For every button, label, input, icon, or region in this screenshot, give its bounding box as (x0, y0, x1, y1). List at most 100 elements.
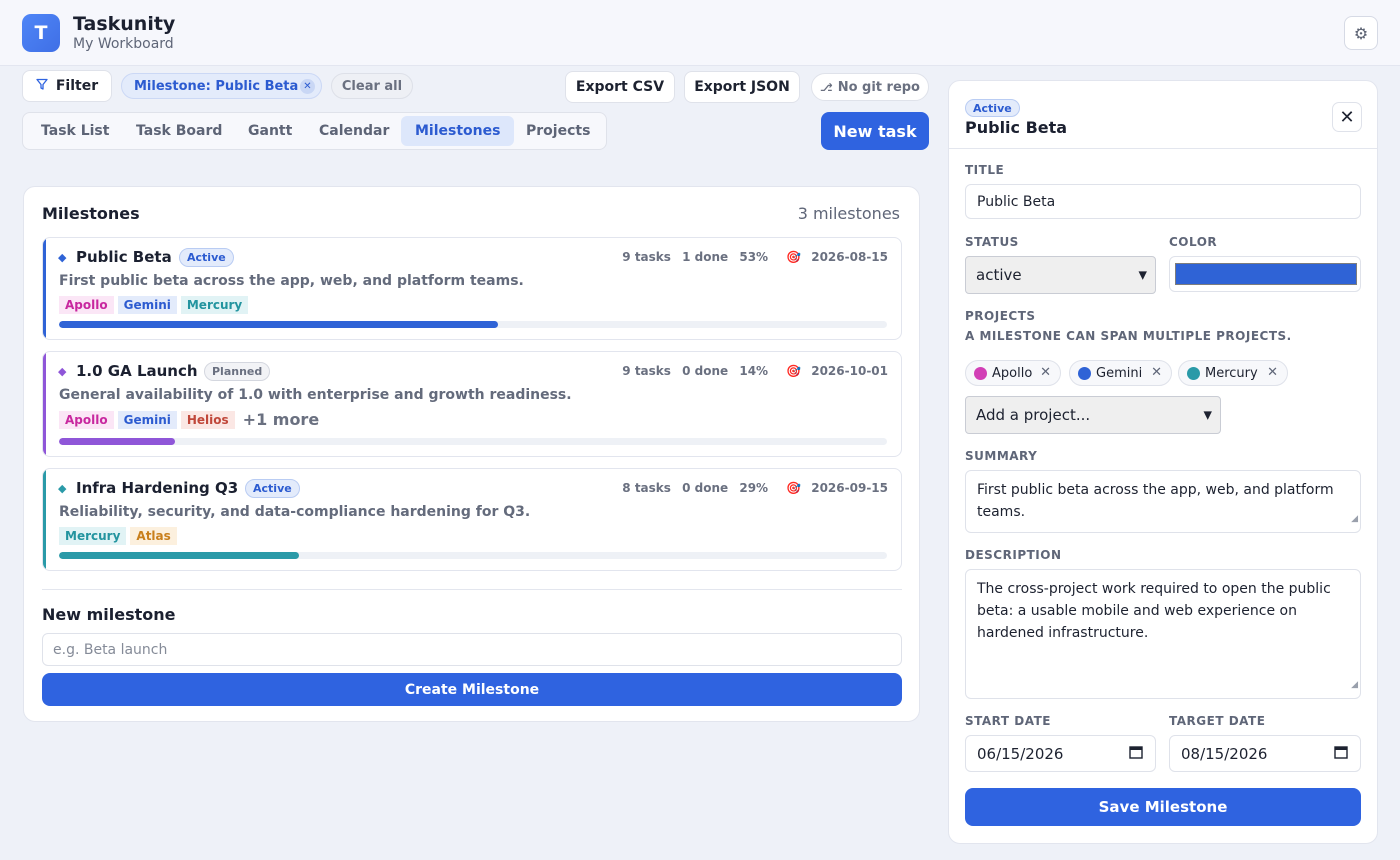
project-tag: Gemini (117, 410, 177, 429)
milestone-meta: 9 tasks 1 done 53% 🎯 2026-08-15 (615, 250, 888, 264)
panel-header: Active Public Beta ✕ (949, 81, 1377, 149)
project-chip-label: Mercury (1205, 365, 1258, 381)
app-logo: T (22, 14, 60, 52)
chevron-down-icon: ▼ (1138, 268, 1147, 282)
view-tabs: Task List Task Board Gantt Calendar Mile… (22, 112, 607, 150)
description-textarea[interactable]: The cross-project work required to open … (965, 569, 1361, 699)
done-count: 0 done (682, 364, 729, 378)
new-task-button[interactable]: New task (821, 112, 929, 150)
calendar-icon[interactable] (1334, 745, 1348, 763)
milestone-meta: 8 tasks 0 done 29% 🎯 2026-09-15 (615, 481, 888, 495)
project-color-dot (1078, 367, 1091, 380)
done-count: 1 done (682, 250, 729, 264)
project-chip-mercury: Mercury ✕ (1178, 360, 1288, 386)
done-count: 0 done (682, 481, 729, 495)
create-milestone-button[interactable]: Create Milestone (42, 673, 902, 706)
settings-gear-icon[interactable]: ⚙ (1344, 16, 1378, 50)
task-count: 9 tasks (622, 364, 671, 378)
color-picker[interactable] (1169, 256, 1361, 292)
summary-textarea[interactable]: First public beta across the app, web, a… (965, 470, 1361, 533)
active-filter-label: Milestone: Public Beta (134, 78, 299, 94)
new-milestone-input[interactable] (42, 633, 902, 666)
milestone-item-public-beta[interactable]: ◆ Public Beta Active 9 tasks 1 done 53% … (42, 237, 902, 340)
projects-label: PROJECTS (965, 309, 1036, 323)
target-icon: 🎯 (786, 364, 802, 378)
remove-project-icon[interactable]: ✕ (1267, 365, 1278, 380)
tab-task-board[interactable]: Task Board (122, 116, 236, 146)
milestone-description: General availability of 1.0 with enterpr… (59, 387, 572, 403)
export-csv-button[interactable]: Export CSV (565, 71, 675, 103)
milestone-item-infra-hardening[interactable]: ◆ Infra Hardening Q3 Active 8 tasks 0 do… (42, 468, 902, 571)
remove-project-icon[interactable]: ✕ (1151, 365, 1162, 380)
project-tag: Helios (180, 410, 235, 429)
git-branch-icon: ⎇ (820, 80, 833, 94)
milestones-card: Milestones 3 milestones ◆ Public Beta Ac… (23, 186, 920, 722)
clear-all-button[interactable]: Clear all (331, 73, 413, 99)
milestone-name: Public Beta (76, 248, 172, 266)
diamond-icon: ◆ (58, 365, 67, 378)
remove-filter-icon[interactable]: ✕ (300, 79, 315, 94)
tab-milestones[interactable]: Milestones (401, 116, 515, 146)
tab-gantt[interactable]: Gantt (234, 116, 306, 146)
filter-button[interactable]: Filter (22, 70, 112, 102)
summary-text: First public beta across the app, web, a… (977, 482, 1334, 520)
status-select[interactable]: active ▼ (965, 256, 1156, 294)
milestones-title: Milestones (42, 204, 140, 223)
task-count: 8 tasks (622, 481, 671, 495)
task-count: 9 tasks (622, 250, 671, 264)
milestone-color-bar (43, 352, 46, 456)
percent-complete: 29% (739, 481, 769, 495)
target-date: 2026-08-15 (811, 250, 888, 264)
milestone-color-bar (43, 469, 46, 570)
milestone-color-bar (43, 238, 46, 339)
tab-projects[interactable]: Projects (512, 116, 604, 146)
filter-icon (36, 78, 48, 94)
percent-complete: 14% (739, 364, 769, 378)
start-date-input[interactable]: 06/15/2026 (965, 735, 1156, 772)
git-status-label: No git repo (837, 79, 920, 95)
project-color-dot (974, 367, 987, 380)
export-json-button[interactable]: Export JSON (684, 71, 800, 103)
target-date: 2026-10-01 (811, 364, 888, 378)
title-field[interactable]: Public Beta (965, 184, 1361, 219)
target-icon: 🎯 (786, 250, 802, 264)
active-filter-chip[interactable]: Milestone: Public Beta ✕ (121, 73, 322, 99)
divider (42, 589, 902, 590)
calendar-icon[interactable] (1129, 745, 1143, 763)
project-chip-apollo: Apollo ✕ (965, 360, 1061, 386)
app-header: T Taskunity My Workboard ⚙ (0, 0, 1400, 66)
chevron-down-icon: ▼ (1203, 408, 1212, 422)
target-date-value: 08/15/2026 (1181, 744, 1268, 763)
status-badge: Active (245, 479, 300, 498)
close-icon[interactable]: ✕ (1332, 102, 1362, 132)
target-date: 2026-09-15 (811, 481, 888, 495)
project-tag: Atlas (130, 527, 177, 545)
project-chip-label: Gemini (1096, 365, 1143, 381)
title-label: TITLE (965, 163, 1005, 177)
resize-handle-icon[interactable]: ◢ (1351, 508, 1358, 530)
more-tags-link[interactable]: +1 more (243, 410, 320, 429)
progress-bar (59, 321, 887, 328)
project-tag: Apollo (59, 410, 114, 429)
diamond-icon: ◆ (58, 251, 67, 264)
tab-task-list[interactable]: Task List (27, 116, 123, 146)
resize-handle-icon[interactable]: ◢ (1351, 674, 1358, 696)
milestone-name: 1.0 GA Launch (76, 362, 198, 380)
project-chip-gemini: Gemini ✕ (1069, 360, 1172, 386)
add-project-select[interactable]: Add a project... ▼ (965, 396, 1221, 434)
project-tag: Mercury (59, 527, 127, 545)
remove-project-icon[interactable]: ✕ (1040, 365, 1051, 380)
tab-calendar[interactable]: Calendar (305, 116, 403, 146)
color-swatch (1175, 263, 1357, 285)
target-date-input[interactable]: 08/15/2026 (1169, 735, 1361, 772)
project-tag: Mercury (180, 296, 249, 314)
git-status-badge[interactable]: ⎇ No git repo (811, 73, 929, 101)
panel-title: Public Beta (965, 118, 1068, 137)
percent-complete: 53% (739, 250, 769, 264)
diamond-icon: ◆ (58, 482, 67, 495)
status-label: STATUS (965, 235, 1019, 249)
save-milestone-button[interactable]: Save Milestone (965, 788, 1361, 826)
progress-bar (59, 438, 887, 445)
milestone-item-ga-launch[interactable]: ◆ 1.0 GA Launch Planned 9 tasks 0 done 1… (42, 351, 902, 457)
app-title: Taskunity (73, 13, 176, 35)
